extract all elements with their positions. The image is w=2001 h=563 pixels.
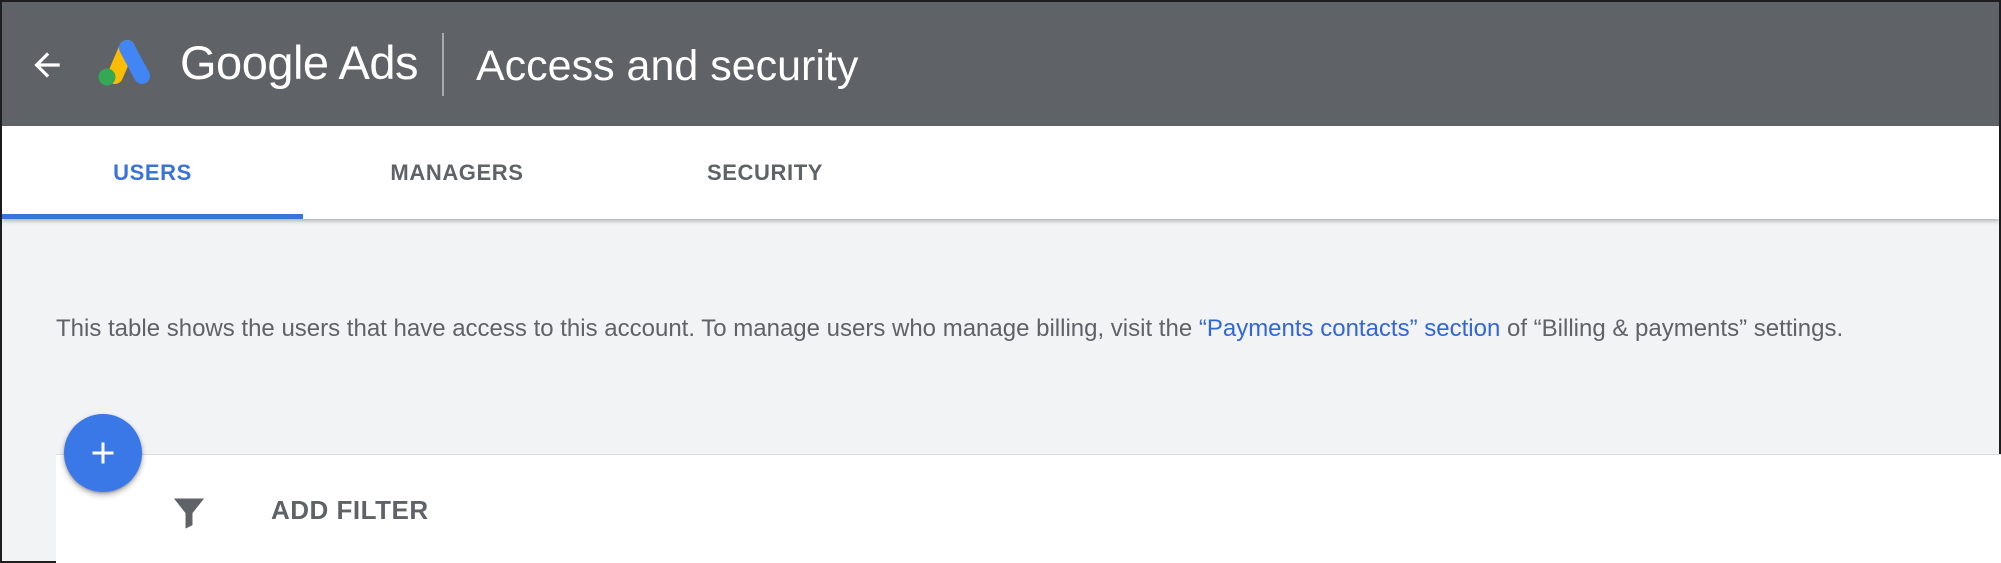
users-table-card: ADD FILTER: [56, 454, 2001, 563]
app-header: Google Ads Access and security: [2, 2, 1999, 126]
plus-icon: [92, 442, 114, 464]
arrow-back-icon: [34, 52, 60, 78]
selected-tab-indicator: [2, 214, 303, 219]
back-button[interactable]: [28, 46, 66, 84]
google-ads-logo-icon: [98, 40, 150, 86]
info-text-after: of “Billing & payments” settings.: [1500, 315, 1844, 342]
tab-managers[interactable]: MANAGERS: [303, 126, 611, 219]
info-text-before: This table shows the users that have acc…: [56, 315, 1199, 342]
add-user-button[interactable]: [64, 414, 142, 492]
payments-contacts-link[interactable]: “Payments contacts” section: [1199, 315, 1500, 342]
users-info-text: This table shows the users that have acc…: [56, 312, 1986, 346]
tab-security[interactable]: SECURITY: [611, 126, 919, 219]
tab-bar: USERS MANAGERS SECURITY: [2, 126, 1999, 219]
tab-users[interactable]: USERS: [2, 126, 303, 219]
filter-icon[interactable]: [170, 493, 208, 531]
add-filter-button[interactable]: ADD FILTER: [271, 495, 429, 526]
header-divider: [442, 33, 444, 96]
page-title: Access and security: [476, 42, 859, 90]
brand-name: Google Ads: [180, 36, 419, 89]
